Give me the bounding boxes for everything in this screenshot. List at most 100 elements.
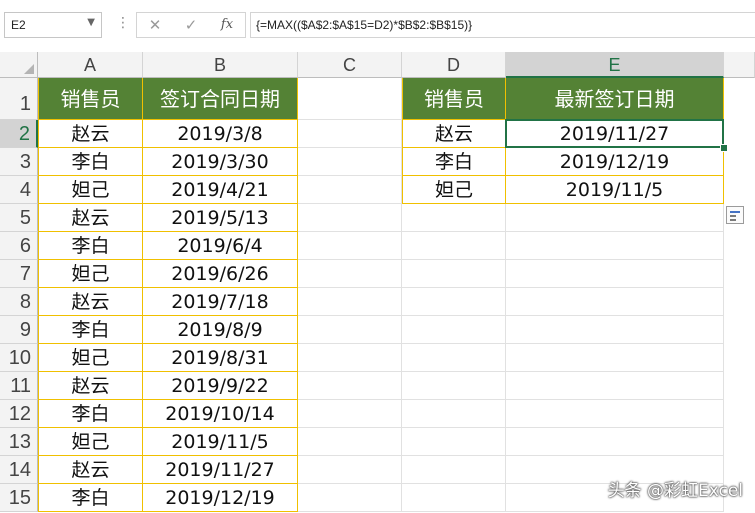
enter-icon[interactable]: ✓ [179, 16, 203, 34]
cell-a7[interactable]: 妲己 [38, 260, 143, 288]
column-header-c[interactable]: C [298, 52, 402, 78]
insert-function-icon[interactable]: fx [215, 16, 239, 34]
row-header-9[interactable]: 9 [0, 316, 38, 344]
cell-a15[interactable]: 李白 [38, 484, 143, 512]
name-box[interactable]: E2 ▼ [4, 12, 102, 38]
cell-d4[interactable]: 妲己 [402, 176, 506, 204]
row-header-8[interactable]: 8 [0, 288, 38, 316]
quick-analysis-icon[interactable] [726, 206, 744, 224]
cell-c8[interactable] [298, 288, 402, 316]
cell-e7[interactable] [506, 260, 724, 288]
row-header-3[interactable]: 3 [0, 148, 38, 176]
column-header-a[interactable]: A [38, 52, 143, 78]
cell-d5[interactable] [402, 204, 506, 232]
cell-a1[interactable]: 销售员 [38, 78, 143, 120]
row-header-12[interactable]: 12 [0, 400, 38, 428]
cell-a9[interactable]: 李白 [38, 316, 143, 344]
cell-e13[interactable] [506, 428, 724, 456]
cell-e1[interactable]: 最新签订日期 [506, 78, 724, 120]
cell-b4[interactable]: 2019/4/21 [143, 176, 298, 204]
cell-b6[interactable]: 2019/6/4 [143, 232, 298, 260]
cell-c1[interactable] [298, 78, 402, 120]
cell-e2[interactable]: 2019/11/27 [506, 120, 724, 148]
cell-a12[interactable]: 李白 [38, 400, 143, 428]
row-header-4[interactable]: 4 [0, 176, 38, 204]
cell-d12[interactable] [402, 400, 506, 428]
cell-c10[interactable] [298, 344, 402, 372]
cell-b9[interactable]: 2019/8/9 [143, 316, 298, 344]
more-options-icon[interactable]: ⋮ [116, 14, 130, 32]
cell-c7[interactable] [298, 260, 402, 288]
cell-d14[interactable] [402, 456, 506, 484]
cell-a14[interactable]: 赵云 [38, 456, 143, 484]
cell-c14[interactable] [298, 456, 402, 484]
cell-a13[interactable]: 妲己 [38, 428, 143, 456]
cell-e9[interactable] [506, 316, 724, 344]
cell-b14[interactable]: 2019/11/27 [143, 456, 298, 484]
cell-c11[interactable] [298, 372, 402, 400]
cell-d13[interactable] [402, 428, 506, 456]
cell-d9[interactable] [402, 316, 506, 344]
cell-d7[interactable] [402, 260, 506, 288]
cell-c2[interactable] [298, 120, 402, 148]
cell-c9[interactable] [298, 316, 402, 344]
cell-d11[interactable] [402, 372, 506, 400]
cell-d3[interactable]: 李白 [402, 148, 506, 176]
cell-b7[interactable]: 2019/6/26 [143, 260, 298, 288]
column-header-d[interactable]: D [402, 52, 506, 78]
cell-c12[interactable] [298, 400, 402, 428]
cell-c3[interactable] [298, 148, 402, 176]
cell-b2[interactable]: 2019/3/8 [143, 120, 298, 148]
cell-c4[interactable] [298, 176, 402, 204]
cell-a11[interactable]: 赵云 [38, 372, 143, 400]
cell-a4[interactable]: 妲己 [38, 176, 143, 204]
cell-a5[interactable]: 赵云 [38, 204, 143, 232]
cell-b3[interactable]: 2019/3/30 [143, 148, 298, 176]
cell-b10[interactable]: 2019/8/31 [143, 344, 298, 372]
cell-e5[interactable] [506, 204, 724, 232]
cell-e6[interactable] [506, 232, 724, 260]
row-header-6[interactable]: 6 [0, 232, 38, 260]
cell-e8[interactable] [506, 288, 724, 316]
cell-c5[interactable] [298, 204, 402, 232]
row-header-11[interactable]: 11 [0, 372, 38, 400]
select-all-button[interactable] [0, 52, 38, 78]
cell-a3[interactable]: 李白 [38, 148, 143, 176]
row-header-5[interactable]: 5 [0, 204, 38, 232]
cell-a8[interactable]: 赵云 [38, 288, 143, 316]
cell-e12[interactable] [506, 400, 724, 428]
cell-a2[interactable]: 赵云 [38, 120, 143, 148]
cell-c13[interactable] [298, 428, 402, 456]
cell-c6[interactable] [298, 232, 402, 260]
cell-d2[interactable]: 赵云 [402, 120, 506, 148]
fill-handle[interactable] [720, 144, 728, 152]
row-header-10[interactable]: 10 [0, 344, 38, 372]
cell-b11[interactable]: 2019/9/22 [143, 372, 298, 400]
cell-a6[interactable]: 李白 [38, 232, 143, 260]
cell-d8[interactable] [402, 288, 506, 316]
row-header-15[interactable]: 15 [0, 484, 38, 512]
column-header-b[interactable]: B [143, 52, 298, 78]
chevron-down-icon[interactable]: ▼ [87, 17, 95, 28]
column-header-e[interactable]: E [506, 52, 724, 78]
cancel-icon[interactable]: ✕ [143, 16, 167, 34]
cell-b15[interactable]: 2019/12/19 [143, 484, 298, 512]
cell-d15[interactable] [402, 484, 506, 512]
cell-a10[interactable]: 妲己 [38, 344, 143, 372]
row-header-7[interactable]: 7 [0, 260, 38, 288]
cell-b8[interactable]: 2019/7/18 [143, 288, 298, 316]
cell-b5[interactable]: 2019/5/13 [143, 204, 298, 232]
cell-e10[interactable] [506, 344, 724, 372]
cell-e11[interactable] [506, 372, 724, 400]
row-header-14[interactable]: 14 [0, 456, 38, 484]
row-header-2[interactable]: 2 [0, 120, 38, 148]
row-header-13[interactable]: 13 [0, 428, 38, 456]
cell-e4[interactable]: 2019/11/5 [506, 176, 724, 204]
cell-d10[interactable] [402, 344, 506, 372]
cell-d1[interactable]: 销售员 [402, 78, 506, 120]
cell-b1[interactable]: 签订合同日期 [143, 78, 298, 120]
cell-b12[interactable]: 2019/10/14 [143, 400, 298, 428]
formula-input[interactable]: {=MAX(($A$2:$A$15=D2)*$B$2:$B$15)} [250, 12, 755, 38]
row-header-1[interactable]: 1 [0, 78, 38, 120]
cell-d6[interactable] [402, 232, 506, 260]
